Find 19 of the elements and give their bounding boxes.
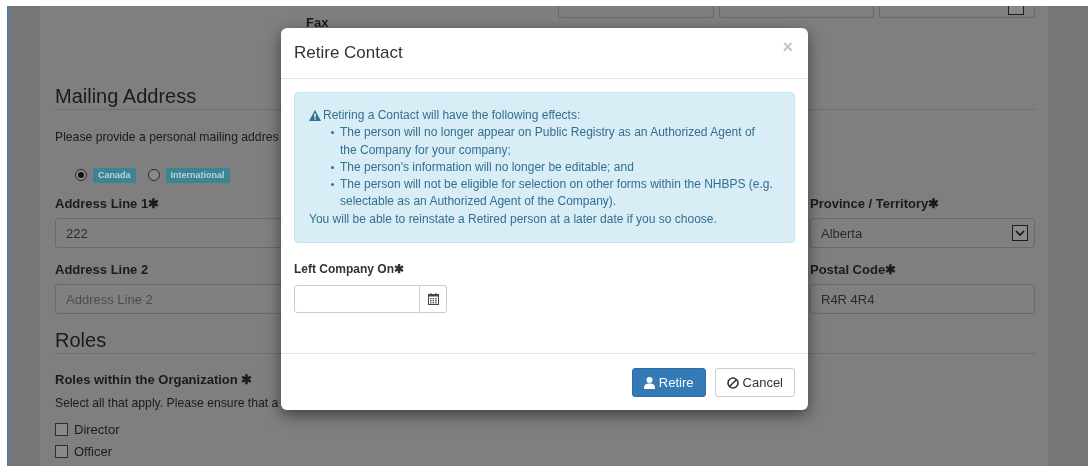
field-label: Roles within the Organization ✱ <box>55 371 253 389</box>
alert-note: You will be able to reinstate a Retired person at a later date if you so choose. <box>309 210 718 228</box>
option-label: Canada <box>93 167 136 183</box>
modal-title: Retire Contact <box>294 42 403 64</box>
field-label: Address Line 2 <box>55 261 149 279</box>
field-label: Fax <box>306 14 330 32</box>
field-label: Province / Territory✱ <box>810 195 940 213</box>
field-label: Left Company On✱ <box>294 261 404 279</box>
alert-item: The person's information will no longer be editable; and <box>340 158 634 176</box>
checkbox-label: Director <box>74 421 120 437</box>
alert-item: The person will not be eligible for selection on other forms within the NHBPS (e.g. selectable as an Authorized Agent of the Company). <box>340 176 773 211</box>
checkbox-label: Officer <box>74 443 113 459</box>
alert-heading: Retiring a Contact will have the following effects: <box>323 107 581 124</box>
instructions-text: Please provide a personal mailing addres <box>55 129 279 146</box>
field-label: Address Line 1✱ <box>55 195 160 213</box>
alert-item: The person will no longer appear on Public Registry as an Authorized Agent of the Company for your company; <box>340 124 756 159</box>
option-label: International <box>165 167 230 183</box>
field-label: Postal Code✱ <box>810 261 897 279</box>
instructions-text: Select all that apply. Please ensure that a <box>55 395 279 412</box>
